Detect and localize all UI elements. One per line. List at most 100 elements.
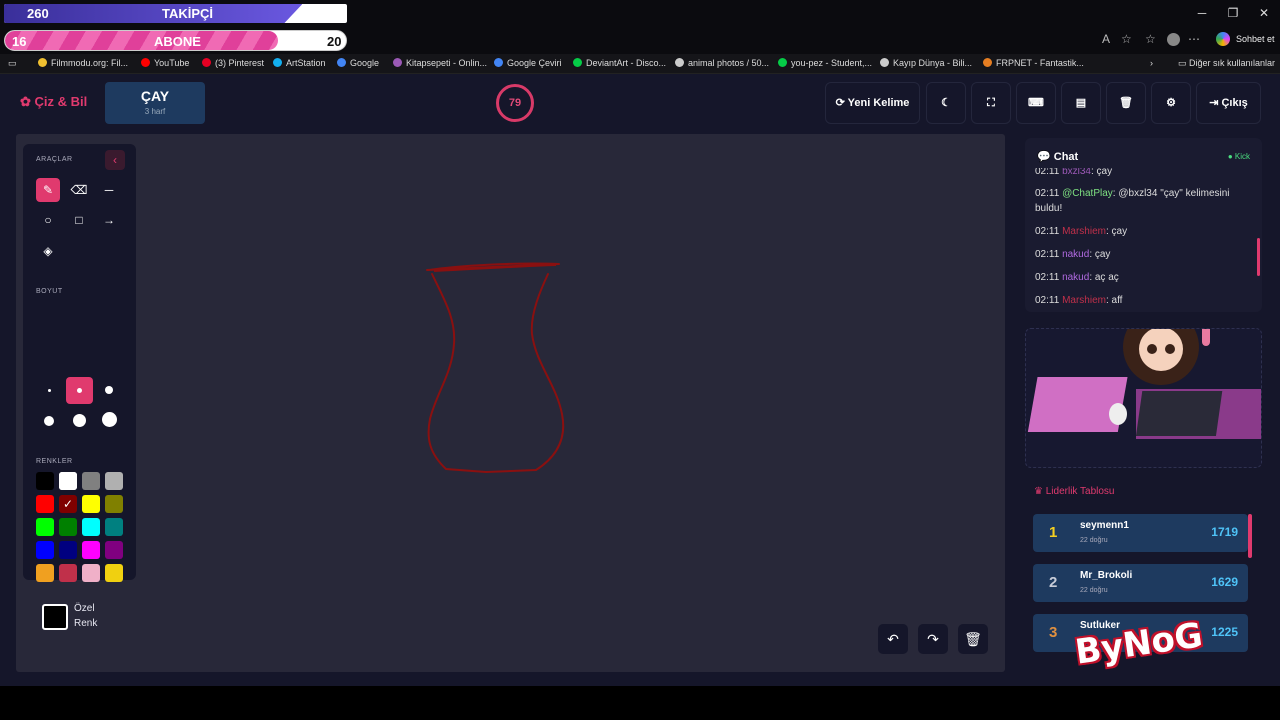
chat-username[interactable]: nakud — [1062, 272, 1089, 283]
color-swatch[interactable] — [82, 541, 100, 559]
copilot-icon[interactable] — [1216, 32, 1230, 46]
restore-icon[interactable]: ❐ — [1223, 6, 1243, 20]
arrow-icon: → — [103, 213, 115, 227]
redo-icon: ↷ — [927, 631, 939, 647]
size-option-2[interactable] — [66, 377, 93, 404]
chat-message: 02:11 Marshiem: aff — [1035, 293, 1250, 308]
size-option-3[interactable] — [105, 386, 113, 394]
color-swatch[interactable] — [105, 518, 123, 536]
color-swatch[interactable] — [59, 564, 77, 582]
bookmark-item[interactable]: Kayıp Dünya - Bili... — [880, 58, 972, 68]
chat-username[interactable]: @ChatPlay — [1062, 188, 1113, 199]
redo-button[interactable]: ↷ — [918, 624, 948, 654]
bookmark-item[interactable]: Kitapsepeti - Onlin... — [393, 58, 487, 68]
fill-tool[interactable]: ◈ — [36, 239, 60, 263]
bookmarks-overflow-icon[interactable]: › — [1150, 58, 1153, 68]
size-option-5[interactable] — [73, 414, 86, 427]
chat-username[interactable]: Marshiem — [1062, 295, 1106, 306]
color-swatch[interactable] — [59, 541, 77, 559]
size-option-1[interactable] — [48, 389, 51, 392]
bookmark-item[interactable]: Google — [337, 58, 379, 68]
follower-goal-fill — [4, 4, 303, 23]
color-swatch[interactable] — [82, 495, 100, 513]
bookmark-item[interactable]: (3) Pinterest — [202, 58, 264, 68]
bookmark-item[interactable]: YouTube — [141, 58, 189, 68]
custom-color-button[interactable]: Özel Renk — [36, 596, 124, 636]
bookmark-item[interactable]: animal photos / 50... — [675, 58, 769, 68]
delete-button[interactable]: 🗑 — [1106, 82, 1146, 124]
leaderboard-title: ♛ Liderlik Tablosu — [1034, 486, 1115, 497]
brush-tool[interactable]: ✎ — [36, 178, 60, 202]
favorites-icon[interactable]: ☆ — [1145, 32, 1156, 46]
leaderboard-row: 1 seymenn1 22 doğru 1719 — [1033, 514, 1248, 552]
eraser-tool[interactable]: ⌫ — [67, 178, 91, 202]
subscriber-label: ABONE — [154, 34, 201, 49]
size-option-4[interactable] — [44, 416, 54, 426]
chat-message: 02:11 bxzl34: çay — [1035, 168, 1250, 179]
chat-button[interactable]: Sohbet et — [1236, 34, 1275, 44]
favorite-star-icon[interactable]: ☆ — [1121, 32, 1132, 46]
chat-username[interactable]: Marshiem — [1062, 226, 1106, 237]
clear-canvas-button[interactable]: 🗑 — [958, 624, 988, 654]
bookmark-item[interactable]: DeviantArt - Disco... — [573, 58, 666, 68]
more-menu-icon[interactable]: ⋯ — [1188, 32, 1200, 46]
color-swatch[interactable] — [82, 518, 100, 536]
bookmark-item[interactable]: Google Çeviri — [494, 58, 562, 68]
leaderboard-row: 2 Mr_Brokoli 22 doğru 1629 — [1033, 564, 1248, 602]
new-word-button[interactable]: ⟳ Yeni Kelime — [825, 82, 920, 124]
bookmark-icon — [778, 58, 787, 67]
follower-label: TAKİPÇİ — [162, 6, 214, 21]
drawing-canvas[interactable]: ↶ ↷ 🗑 — [16, 134, 1005, 672]
undo-button[interactable]: ↶ — [878, 624, 908, 654]
bookmark-item[interactable]: ArtStation — [273, 58, 326, 68]
color-swatch[interactable]: ✓ — [59, 495, 77, 513]
collapse-panel-button[interactable]: ‹ — [105, 150, 125, 170]
read-aloud-icon[interactable]: A — [1102, 32, 1110, 46]
bookmark-item[interactable]: FRPNET - Fantastik... — [983, 58, 1084, 68]
color-swatch[interactable] — [36, 495, 54, 513]
leaderboard-scrollbar[interactable] — [1248, 514, 1252, 558]
chat-scrollbar[interactable] — [1257, 238, 1260, 276]
dark-mode-button[interactable]: ☾ — [926, 82, 966, 124]
subscriber-current: 16 — [12, 34, 27, 49]
chat-username[interactable]: nakud — [1062, 249, 1089, 260]
color-swatch[interactable] — [36, 472, 54, 490]
color-swatch[interactable] — [36, 564, 54, 582]
arrow-tool[interactable]: → — [97, 208, 121, 232]
line-tool[interactable]: ─ — [97, 178, 121, 202]
crown-icon: ♛ — [1034, 486, 1043, 497]
chat-messages: 02:11 bxzl34: çay 02:11 @ChatPlay: @bxzl3… — [1025, 168, 1262, 312]
color-swatch[interactable] — [36, 541, 54, 559]
bookmark-item[interactable]: you-pez - Student,... — [778, 58, 872, 68]
profile-avatar[interactable] — [1167, 33, 1180, 46]
color-swatch[interactable] — [82, 472, 100, 490]
close-icon[interactable]: ✕ — [1254, 6, 1274, 20]
sidebar-toggle-icon[interactable]: ▭ — [8, 58, 17, 69]
color-swatch[interactable] — [59, 518, 77, 536]
moon-icon: ☾ — [941, 97, 951, 109]
archive-icon: ▤ — [1075, 97, 1087, 109]
chat-time: 02:11 — [1035, 272, 1063, 283]
color-swatch[interactable] — [105, 472, 123, 490]
color-swatch[interactable] — [59, 472, 77, 490]
color-swatch[interactable] — [105, 495, 123, 513]
fullscreen-button[interactable]: ⛶ — [971, 82, 1011, 124]
archive-button[interactable]: ▤ — [1061, 82, 1101, 124]
color-swatch[interactable] — [105, 564, 123, 582]
color-swatch[interactable] — [36, 518, 54, 536]
size-option-6[interactable] — [102, 412, 117, 427]
exit-button[interactable]: ⇥ Çıkış — [1196, 82, 1261, 124]
keyboard-button[interactable]: ⌨ — [1016, 82, 1056, 124]
other-bookmarks[interactable]: ▭ Diğer sık kullanılanlar — [1178, 58, 1275, 69]
chat-text: : aff — [1105, 295, 1123, 306]
color-swatch[interactable] — [105, 541, 123, 559]
bookmark-item[interactable]: Filmmodu.org: Fil... — [38, 58, 128, 68]
minimize-icon[interactable]: ─ — [1192, 6, 1212, 20]
settings-button[interactable]: ⚙ — [1151, 82, 1191, 124]
circle-tool[interactable]: ○ — [36, 208, 60, 232]
color-swatch[interactable] — [82, 564, 100, 582]
chat-username[interactable]: bxzl34 — [1062, 168, 1091, 177]
rectangle-tool[interactable]: □ — [67, 208, 91, 232]
word-hint: 3 harf — [144, 107, 166, 116]
chat-text: : çay — [1089, 249, 1111, 260]
